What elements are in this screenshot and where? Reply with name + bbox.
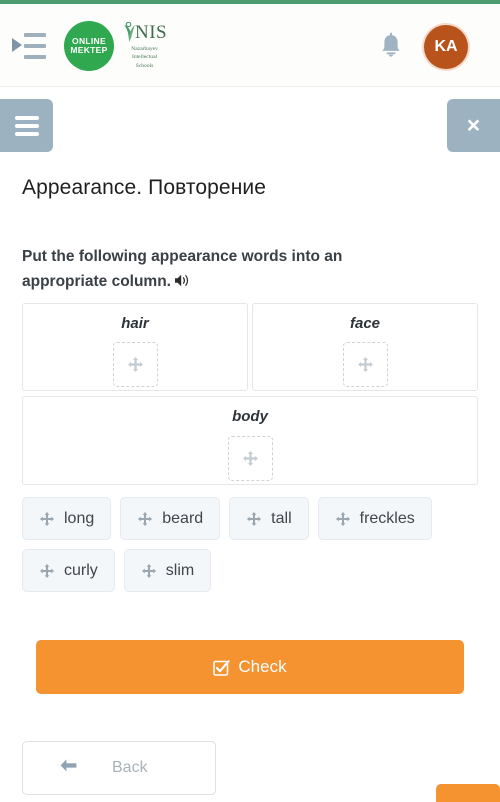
back-button-label: Back	[112, 759, 148, 776]
word-chip-label: curly	[64, 561, 98, 579]
site-header: ONLINE MEKTEP NIS Nazarbayev Intellectua…	[0, 4, 500, 87]
drop-zone-title: hair	[121, 315, 149, 332]
hamburger-icon-bar	[15, 124, 39, 128]
word-chip[interactable]: freckles	[317, 497, 432, 540]
bell-icon[interactable]	[378, 32, 404, 60]
checked-box-icon	[213, 659, 230, 676]
move-arrows-icon	[39, 511, 55, 526]
move-arrows-icon	[335, 511, 350, 526]
online-mektep-logo: ONLINE MEKTEP	[64, 21, 114, 71]
drop-slot[interactable]	[112, 342, 158, 387]
move-arrows-icon	[242, 451, 258, 466]
task-prompt-line-2: appropriate column.	[22, 273, 171, 290]
word-chip[interactable]: tall	[229, 497, 309, 540]
word-chip[interactable]: long	[22, 497, 112, 540]
word-chip-label: long	[64, 509, 95, 527]
move-arrows-icon	[357, 357, 373, 372]
nis-wordmark: NIS	[135, 22, 168, 44]
app-root: ONLINE MEKTEP NIS Nazarbayev Intellectua…	[0, 0, 500, 802]
word-chip[interactable]: curly	[22, 549, 115, 592]
lesson-menu-button[interactable]	[0, 99, 53, 152]
leaf-icon	[124, 22, 135, 43]
indent-list-icon-bar	[24, 33, 46, 37]
brand-logo[interactable]: ONLINE MEKTEP NIS Nazarbayev Intellectua…	[64, 16, 167, 76]
indent-list-icon-bar	[24, 44, 46, 48]
word-chip-label: freckles	[359, 509, 415, 527]
word-chip-label: beard	[162, 509, 204, 527]
nis-subtitle-line-1: Nazarbayev	[131, 46, 158, 53]
nis-logo: NIS Nazarbayev Intellectual Schools	[118, 22, 167, 69]
drop-zone-hair[interactable]: hair	[22, 303, 248, 391]
move-arrows-icon	[39, 563, 55, 578]
nis-subtitle-line-3: Schools	[135, 62, 154, 69]
back-button[interactable]: Back	[22, 741, 216, 795]
move-arrows-icon	[141, 563, 156, 578]
nis-subtitle-line-2: Intellectual	[131, 54, 158, 61]
next-button-partial[interactable]	[436, 784, 500, 802]
close-icon: ×	[466, 112, 481, 138]
move-arrows-icon	[247, 511, 262, 526]
move-arrows-icon	[127, 357, 143, 372]
drop-zone-body[interactable]: body	[22, 396, 478, 485]
word-chip[interactable]: slim	[123, 549, 212, 592]
indent-list-icon-bar	[24, 55, 46, 59]
word-bank: long beard tall freckles curly slim	[22, 497, 482, 592]
page-title: Appearance. Повторение	[22, 176, 267, 199]
nis-subtitle: Nazarbayev Intellectual Schools	[131, 45, 158, 69]
task-prompt: Put the following appearance words into …	[22, 244, 442, 296]
avatar-initials: KA	[434, 38, 458, 55]
check-button[interactable]: Check	[36, 640, 464, 694]
move-arrows-icon	[138, 511, 153, 526]
drop-zone-title: body	[232, 408, 268, 425]
task-prompt-line-1: Put the following appearance words into …	[22, 248, 343, 265]
drop-zone-title: face	[349, 315, 381, 332]
arrow-left-icon	[59, 758, 78, 778]
avatar[interactable]: KA	[424, 25, 468, 69]
nis-logo-main: NIS	[122, 22, 167, 44]
speaker-icon[interactable]	[174, 271, 191, 296]
hamburger-icon-bar	[15, 132, 39, 136]
close-button[interactable]: ×	[447, 99, 500, 152]
word-chip-label: tall	[271, 509, 292, 527]
indent-list-icon-triangle	[12, 38, 22, 52]
drop-slot[interactable]	[227, 436, 273, 481]
hamburger-icon-bar	[15, 116, 39, 120]
drop-zone-face[interactable]: face	[252, 303, 478, 391]
check-button-label: Check	[238, 657, 287, 676]
word-chip[interactable]: beard	[120, 497, 221, 540]
indent-list-icon[interactable]	[12, 30, 46, 62]
logo-line-2: MEKTEP	[70, 45, 108, 55]
word-chip-label: slim	[165, 561, 195, 579]
drop-slot[interactable]	[342, 342, 388, 387]
